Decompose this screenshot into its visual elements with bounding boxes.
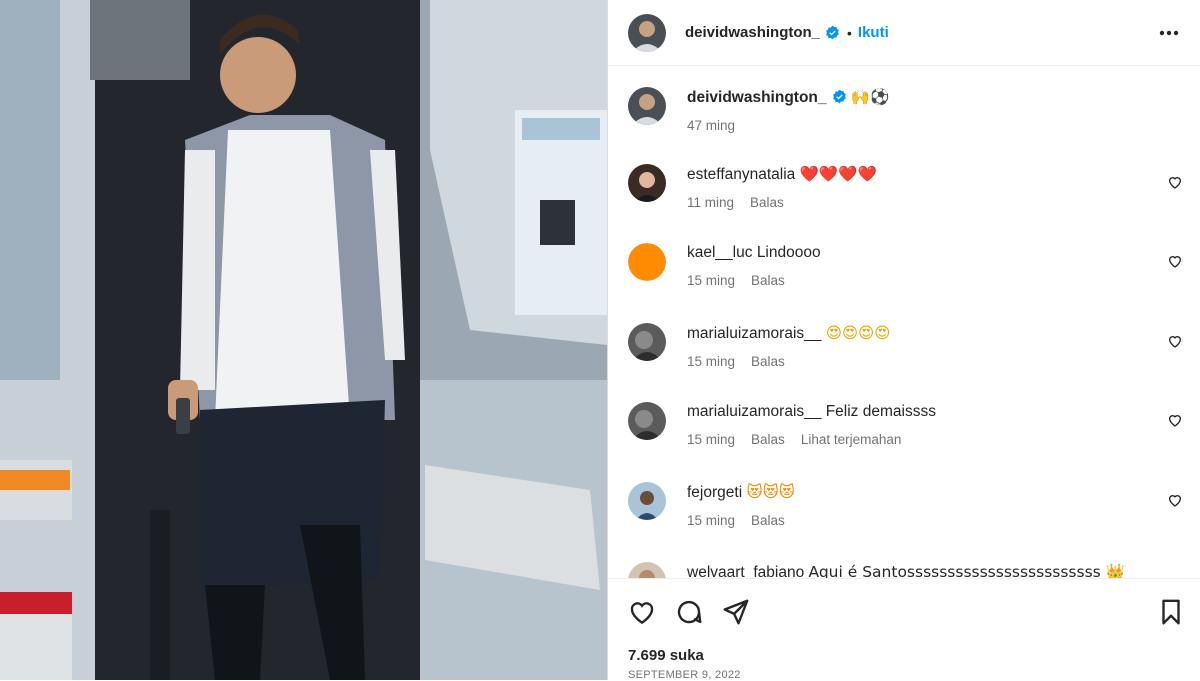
post-actions-bar: 7.699 suka SEPTEMBER 9, 2022	[608, 578, 1200, 681]
author-avatar[interactable]	[628, 87, 666, 125]
more-horizontal-icon[interactable]	[1158, 22, 1180, 44]
comment-text: Aqui é Santossssssssssssssssssssssss 👑	[808, 563, 1125, 578]
author-username[interactable]: deividwashington_	[685, 24, 820, 41]
comment-time[interactable]: 15 ming	[687, 513, 735, 528]
comment-text: ❤️❤️❤️❤️	[799, 165, 877, 183]
follow-button[interactable]: Ikuti	[858, 24, 889, 41]
comment-like-heart-icon[interactable]	[1167, 253, 1183, 269]
comment-like-heart-icon[interactable]	[1167, 333, 1183, 349]
player-exiting-bus-photo	[0, 0, 607, 680]
comment-time[interactable]: 15 ming	[687, 273, 735, 288]
commenter-avatar[interactable]	[628, 243, 666, 281]
comment-like-heart-icon[interactable]	[1167, 412, 1183, 428]
send-icon[interactable]	[721, 597, 751, 627]
caption-username[interactable]: deividwashington_	[687, 89, 827, 106]
verified-badge-icon	[832, 89, 847, 104]
post-header: deividwashington_ • Ikuti	[608, 0, 1200, 66]
commenter-avatar[interactable]	[628, 482, 666, 520]
comment-username[interactable]: marialuizamorais__	[687, 325, 821, 342]
author-avatar[interactable]	[628, 13, 666, 52]
comment-like-heart-icon[interactable]	[1167, 492, 1183, 508]
post-date[interactable]: SEPTEMBER 9, 2022	[628, 669, 741, 681]
reply-button[interactable]: Balas	[750, 195, 784, 210]
post-photo[interactable]	[0, 0, 607, 680]
bookmark-icon[interactable]	[1156, 597, 1186, 627]
reply-button[interactable]: Balas	[751, 354, 785, 369]
comment-time[interactable]: 11 ming	[687, 195, 734, 210]
caption-text: 🙌⚽	[850, 88, 890, 106]
comment-time[interactable]: 15 ming	[687, 432, 735, 447]
comment-text: 😍😍😍😍	[825, 324, 891, 342]
separator-dot: •	[847, 24, 852, 41]
comment-username[interactable]: kael__luc	[687, 244, 753, 261]
comment-text: 😻😻😻	[746, 483, 795, 501]
instagram-post-view: deividwashington_ • Ikuti deividwashingt…	[0, 0, 1200, 681]
likes-count[interactable]: 7.699 suka	[628, 647, 704, 664]
comment-username[interactable]: fejorgeti	[687, 484, 742, 501]
comment-text: Feliz demaissss	[825, 403, 936, 420]
see-translation-link[interactable]: Lihat terjemahan	[801, 432, 902, 447]
comment-like-heart-icon[interactable]	[1167, 174, 1183, 190]
comment-text: Lindoooo	[756, 244, 821, 261]
commenter-avatar[interactable]	[628, 164, 666, 202]
comment-username[interactable]: welvaart_fabiano	[687, 564, 804, 578]
comments-list[interactable]: deividwashington_ 🙌⚽ 47 ming esteffanyna…	[608, 66, 1200, 578]
author-avatar-image	[628, 13, 666, 52]
commenter-avatar[interactable]	[628, 562, 666, 578]
comment-icon[interactable]	[674, 597, 704, 627]
post-sidebar: deividwashington_ • Ikuti deividwashingt…	[607, 0, 1200, 681]
comment-username[interactable]: esteffanynatalia	[687, 166, 795, 183]
heart-icon[interactable]	[627, 597, 657, 627]
comment-time[interactable]: 15 ming	[687, 354, 735, 369]
reply-button[interactable]: Balas	[751, 273, 785, 288]
reply-button[interactable]: Balas	[751, 432, 785, 447]
verified-badge-icon	[825, 25, 840, 40]
reply-button[interactable]: Balas	[751, 513, 785, 528]
commenter-avatar[interactable]	[628, 323, 666, 361]
commenter-avatar[interactable]	[628, 402, 666, 440]
caption-time[interactable]: 47 ming	[687, 118, 735, 133]
comment-username[interactable]: marialuizamorais__	[687, 403, 821, 420]
